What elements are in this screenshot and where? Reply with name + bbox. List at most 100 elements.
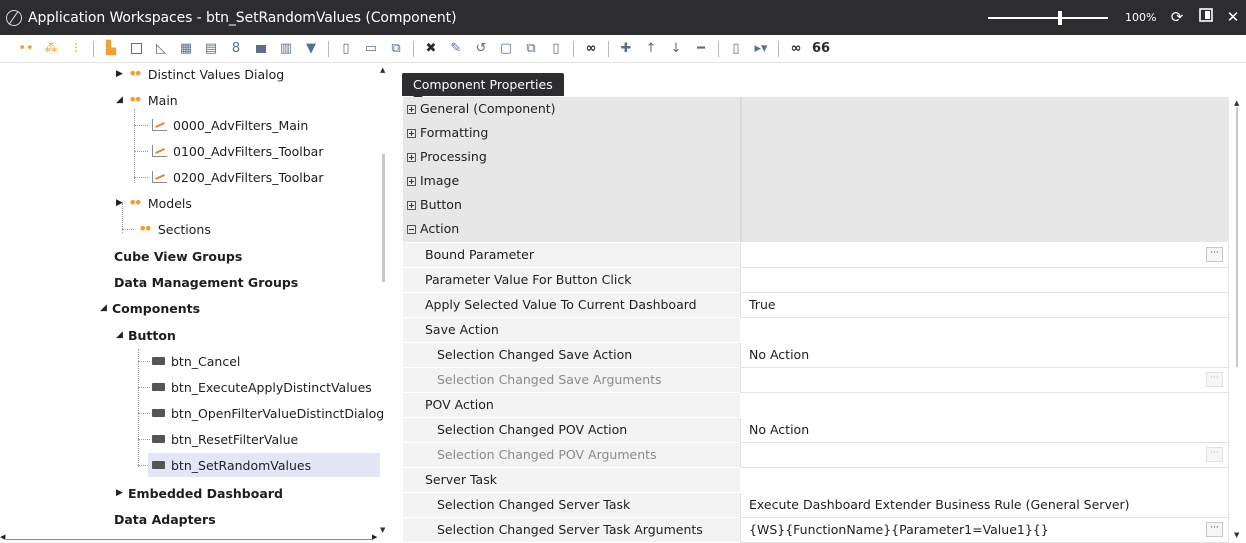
scroll-up-icon[interactable]: ▲	[1234, 99, 1239, 107]
edit-icon[interactable]: ✎	[446, 39, 466, 59]
expand-arrow-icon[interactable]: ▶	[116, 69, 128, 79]
tree-item-dashboard[interactable]: 0100_AdvFilters_Toolbar	[152, 139, 323, 163]
zoom-slider-thumb[interactable]	[1058, 11, 1062, 25]
scroll-down-icon[interactable]: ▼	[380, 526, 385, 534]
tree-item-models[interactable]: ▶ •• Models	[116, 191, 192, 215]
copy-window-icon[interactable]: ⧉	[521, 39, 541, 59]
category-row[interactable]: Processing	[403, 145, 1230, 170]
collapse-box-icon[interactable]	[407, 225, 416, 234]
up-arrow-icon[interactable]: ↑	[641, 39, 661, 59]
expand-box-icon[interactable]	[407, 129, 416, 138]
property-row[interactable]: Selection Changed Server Task Arguments …	[403, 518, 1230, 543]
delete-icon[interactable]: ✖	[421, 39, 441, 59]
expand-box-icon[interactable]	[407, 201, 416, 210]
scroll-up-icon[interactable]: ▲	[380, 66, 385, 74]
category-row[interactable]: General (Component)	[403, 97, 1230, 122]
property-row[interactable]: Apply Selected Value To Current Dashboar…	[403, 293, 1230, 318]
collapse-arrow-icon[interactable]: ◢	[116, 330, 128, 340]
property-value[interactable]: No Action	[740, 343, 1229, 368]
tree-item-data-adapters[interactable]: Data Adapters	[114, 507, 216, 531]
tree-item-dashboard[interactable]: 0000_AdvFilters_Main	[152, 113, 308, 137]
org-icon[interactable]: ⁂	[41, 39, 61, 59]
book-icon[interactable]: ▥	[276, 39, 296, 59]
scrollbar-thumb[interactable]	[382, 154, 385, 282]
tree-item-button[interactable]: btn_OpenFilterValueDistinctDialog	[152, 401, 384, 425]
dots-icon[interactable]: ••	[16, 39, 36, 59]
property-value[interactable]: ···	[740, 243, 1229, 268]
property-value[interactable]: Execute Dashboard Extender Business Rule…	[740, 493, 1229, 518]
tree-item-cube-view-groups[interactable]: Cube View Groups	[114, 244, 242, 268]
tree-item-distinct-values-dialog[interactable]: ▶ •• Distinct Values Dialog	[116, 63, 284, 86]
property-row[interactable]: Selection Changed Server Task Execute Da…	[403, 493, 1230, 518]
tree-item-button-group[interactable]: ◢ Button	[116, 323, 176, 347]
tree-item-components[interactable]: ◢ Components	[100, 296, 200, 320]
property-grid-scrollbar[interactable]: ▲ ▼	[1232, 97, 1242, 543]
grid-icon[interactable]: ▦	[176, 39, 196, 59]
cube-icon[interactable]: 8	[226, 39, 246, 59]
run-icon[interactable]: ▸▾	[751, 39, 771, 59]
category-row[interactable]: Action	[403, 217, 1230, 242]
property-row[interactable]: Bound Parameter ···	[403, 243, 1230, 268]
tree-horizontal-scrollbar[interactable]: ◀ ▶	[0, 533, 380, 543]
tree-item-sections[interactable]: •• Sections	[138, 217, 211, 241]
tree-item-data-management-groups[interactable]: Data Management Groups	[114, 270, 298, 294]
property-row[interactable]: Selection Changed POV Action No Action	[403, 418, 1230, 443]
property-value[interactable]: {WS}{FunctionName}{Parameter1=Value1}{} ·…	[740, 518, 1229, 543]
tree-item-button[interactable]: btn_ExecuteApplyDistinctValues	[152, 375, 372, 399]
scroll-left-icon[interactable]: ◀	[0, 533, 5, 541]
add-icon[interactable]: ⁝	[66, 39, 86, 59]
category-row[interactable]: Image	[403, 169, 1230, 194]
ellipsis-button[interactable]: ···	[1206, 522, 1223, 537]
filter-icon[interactable]: ▼	[301, 39, 321, 59]
page-icon[interactable]: ▯	[336, 39, 356, 59]
tree-scrollbar[interactable]: ▲ ▼	[380, 66, 388, 536]
expand-arrow-icon[interactable]: ▶	[116, 488, 128, 498]
tree-item-button[interactable]: btn_ResetFilterValue	[152, 427, 298, 451]
expand-box-icon[interactable]	[407, 153, 416, 162]
undo-icon[interactable]: ↺	[471, 39, 491, 59]
refresh-icon[interactable]: ⟳	[1168, 8, 1186, 26]
doc-icon[interactable]: ▭	[361, 39, 381, 59]
scroll-right-icon[interactable]: ▶	[372, 533, 377, 541]
tree-item-embedded-dashboard[interactable]: ▶ Embedded Dashboard	[116, 481, 283, 505]
property-value[interactable]: No Action	[740, 418, 1229, 443]
tree-item-main[interactable]: ◢ •• Main	[116, 88, 178, 112]
find-icon[interactable]: ∞	[786, 39, 806, 59]
scroll-down-icon[interactable]: ▼	[1234, 531, 1239, 539]
save-icon[interactable]: ▢	[496, 39, 516, 59]
property-row[interactable]: Parameter Value For Button Click	[403, 268, 1230, 293]
clipboard-icon[interactable]: ▯	[546, 39, 566, 59]
chart-icon[interactable]: ◺	[151, 39, 171, 59]
category-row[interactable]: Formatting	[403, 121, 1230, 146]
tab-component-properties[interactable]: Component Properties	[402, 73, 564, 100]
binoculars-icon[interactable]: ∞	[581, 39, 601, 59]
property-value[interactable]	[740, 268, 1229, 293]
tree-item-dashboard[interactable]: 0200_AdvFilters_Toolbar	[152, 165, 323, 189]
ellipsis-button[interactable]: ···	[1206, 247, 1223, 262]
collapse-arrow-icon[interactable]: ◢	[100, 303, 112, 313]
property-row[interactable]: Selection Changed Save Action No Action	[403, 343, 1230, 368]
tree-item-button-selected[interactable]: btn_SetRandomValues	[148, 453, 380, 477]
expand-box-icon[interactable]	[407, 177, 416, 186]
pane-splitter[interactable]	[388, 63, 400, 543]
plus-icon[interactable]: ✚	[616, 39, 636, 59]
down-arrow-icon[interactable]: ↓	[666, 39, 686, 59]
table-icon[interactable]	[251, 39, 271, 59]
property-value[interactable]: True	[740, 293, 1229, 318]
zoom-slider[interactable]	[988, 17, 1108, 19]
category-row[interactable]: Button	[403, 193, 1230, 218]
expand-box-icon[interactable]	[407, 105, 416, 114]
minus-icon[interactable]: ━	[691, 39, 711, 59]
tree-item-button[interactable]: btn_Cancel	[152, 349, 240, 373]
copy-icon[interactable]: ⧉	[386, 39, 406, 59]
dashboard-icon[interactable]	[126, 39, 146, 59]
layout-icon[interactable]: ▤	[201, 39, 221, 59]
collapse-arrow-icon[interactable]: ◢	[116, 95, 128, 105]
export-icon[interactable]: ▯	[726, 39, 746, 59]
expand-arrow-icon[interactable]: ▶	[116, 198, 128, 208]
dock-icon[interactable]	[1197, 8, 1215, 26]
glasses-icon[interactable]: 66	[811, 39, 831, 59]
folder-icon[interactable]: ▙	[101, 39, 121, 59]
scrollbar-thumb[interactable]	[1236, 107, 1238, 367]
close-icon[interactable]: ✕	[1224, 8, 1242, 26]
